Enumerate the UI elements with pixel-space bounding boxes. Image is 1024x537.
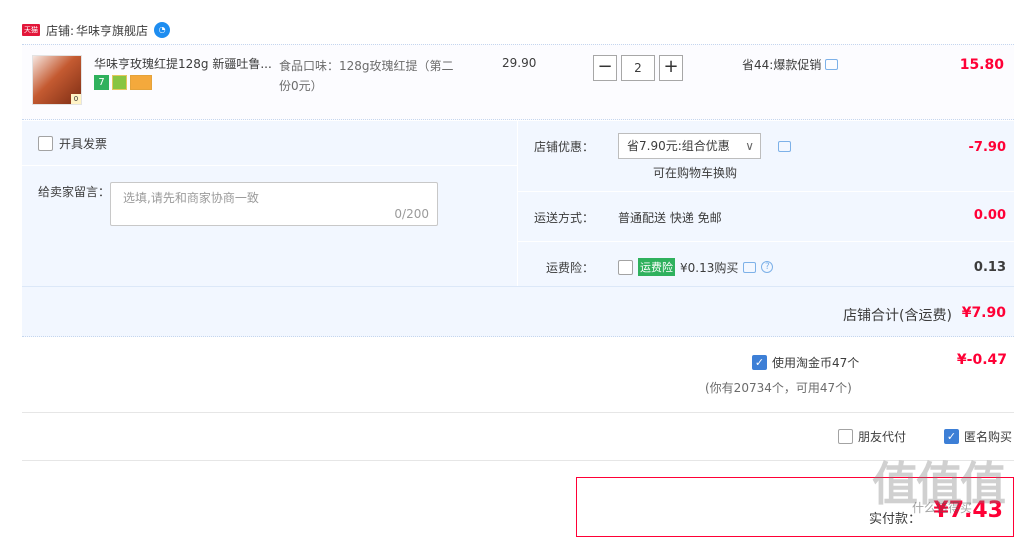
unit-price: 29.90 (502, 56, 537, 70)
increase-qty-button[interactable]: + (659, 55, 683, 81)
insurance-badge: 运费险 (638, 258, 675, 276)
quantity-stepper: − 2 + (593, 55, 683, 81)
seven-day-return-icon: 7 (94, 75, 109, 90)
wangwang-chat-icon[interactable]: ◔ (154, 22, 171, 38)
insurance-label: 运费险： (545, 261, 594, 275)
store-total-value: ¥7.90 (961, 305, 1006, 321)
taojinbi-option[interactable]: ✓ 使用淘金币47个 (752, 354, 859, 371)
quantity-input[interactable]: 2 (621, 55, 655, 81)
shipping-value: 0.00 (973, 208, 1006, 223)
watermark-subtitle: 什么值得买 (912, 501, 973, 515)
product-thumbnail[interactable]: 0 (32, 55, 82, 105)
shipping-method: 普通配送 快递 免邮 (618, 211, 722, 225)
taojinbi-checkbox[interactable]: ✓ (752, 355, 767, 370)
message-placeholder: 选填,请先和商家协商一致 (123, 191, 259, 205)
store-total-row: 店铺合计(含运费) ¥7.90 (22, 286, 1014, 337)
options-divider (22, 165, 517, 166)
insurance-info-icon[interactable] (743, 261, 757, 273)
taojinbi-value: ¥-0.47 (956, 352, 1007, 368)
friend-pay-option[interactable]: 朋友代付 (838, 428, 906, 445)
chevron-down-icon: ∨ (745, 139, 754, 153)
store-options-divider (518, 191, 1014, 192)
invoice-checkbox[interactable] (38, 136, 53, 151)
product-sku: 食品口味：128g玫瑰红提（第二份0元） (279, 59, 454, 93)
promo-text: 省44:爆款促销 (742, 58, 822, 72)
tmall-logo: 天猫 (22, 24, 40, 36)
friend-pay-label: 朋友代付 (858, 430, 907, 444)
insurance-checkbox[interactable] (618, 259, 633, 275)
credit-card-icon (130, 75, 152, 90)
store-options-divider (518, 241, 1014, 242)
discount-label: 店铺优惠： (533, 140, 594, 154)
message-char-count: 0/200 (394, 207, 429, 221)
invoice-option[interactable]: 开具发票 (38, 135, 107, 152)
item-promo: 省44:爆款促销 (742, 56, 839, 73)
message-label: 给卖家留言： (38, 185, 111, 199)
discount-value: -7.90 (968, 140, 1006, 155)
section-divider (22, 460, 1014, 461)
store-total-label: 店铺合计(含运费) (843, 308, 952, 324)
product-title-link[interactable]: 华味亨玫瑰红提128g 新疆吐鲁... (94, 55, 274, 72)
taojinbi-label: 使用淘金币47个 (772, 356, 860, 370)
insurance-value: 0.13 (973, 260, 1006, 275)
thumb-qty-badge: 0 (71, 94, 81, 104)
store-label: 店铺: (46, 23, 75, 38)
seller-message-input[interactable]: 选填,请先和商家协商一致 0/200 (110, 182, 438, 226)
help-icon[interactable]: ? (761, 261, 774, 273)
discount-note[interactable]: 可在购物车换购 (653, 164, 737, 181)
buyer-options: 开具发票 给卖家留言： 选填,请先和商家协商一致 0/200 (22, 121, 517, 286)
cart-item-row: 0 华味亨玫瑰红提128g 新疆吐鲁... 7 食品口味：128g玫瑰红提（第二… (22, 44, 1014, 120)
taojinbi-note: (你有20734个，可用47个) (705, 381, 852, 395)
insurance-option[interactable]: 运费险 ¥0.13购买 ? (618, 258, 774, 276)
discount-info-icon[interactable] (778, 141, 791, 152)
invoice-label: 开具发票 (59, 137, 108, 151)
friend-pay-checkbox[interactable] (838, 429, 853, 444)
item-subtotal: 15.80 (959, 57, 1004, 73)
discount-select-value: 省7.90元:组合优惠 (627, 139, 730, 153)
service-badges: 7 (94, 75, 152, 90)
discount-select[interactable]: 省7.90元:组合优惠 ∨ (618, 133, 761, 159)
section-divider (22, 412, 1014, 413)
decrease-qty-button[interactable]: − (593, 55, 617, 81)
anonymous-checkbox[interactable]: ✓ (944, 429, 959, 444)
insurance-price: ¥0.13购买 (680, 260, 739, 275)
anonymous-label: 匿名购买 (964, 430, 1013, 444)
shipping-label: 运送方式： (533, 211, 594, 225)
anonymous-option[interactable]: ✓ 匿名购买 (944, 428, 1012, 445)
order-options-panel: 开具发票 给卖家留言： 选填,请先和商家协商一致 0/200 店铺优惠： 省7.… (22, 121, 1014, 337)
promo-info-icon[interactable] (825, 59, 839, 70)
guarantee-icon (112, 75, 127, 90)
store-header: 天猫 店铺: 华味亨旗舰店 ◔ (22, 18, 171, 42)
store-options: 店铺优惠： 省7.90元:组合优惠 ∨ 可在购物车换购 -7.90 运送方式： … (518, 121, 1014, 286)
store-name-link[interactable]: 华味亨旗舰店 (76, 22, 148, 39)
